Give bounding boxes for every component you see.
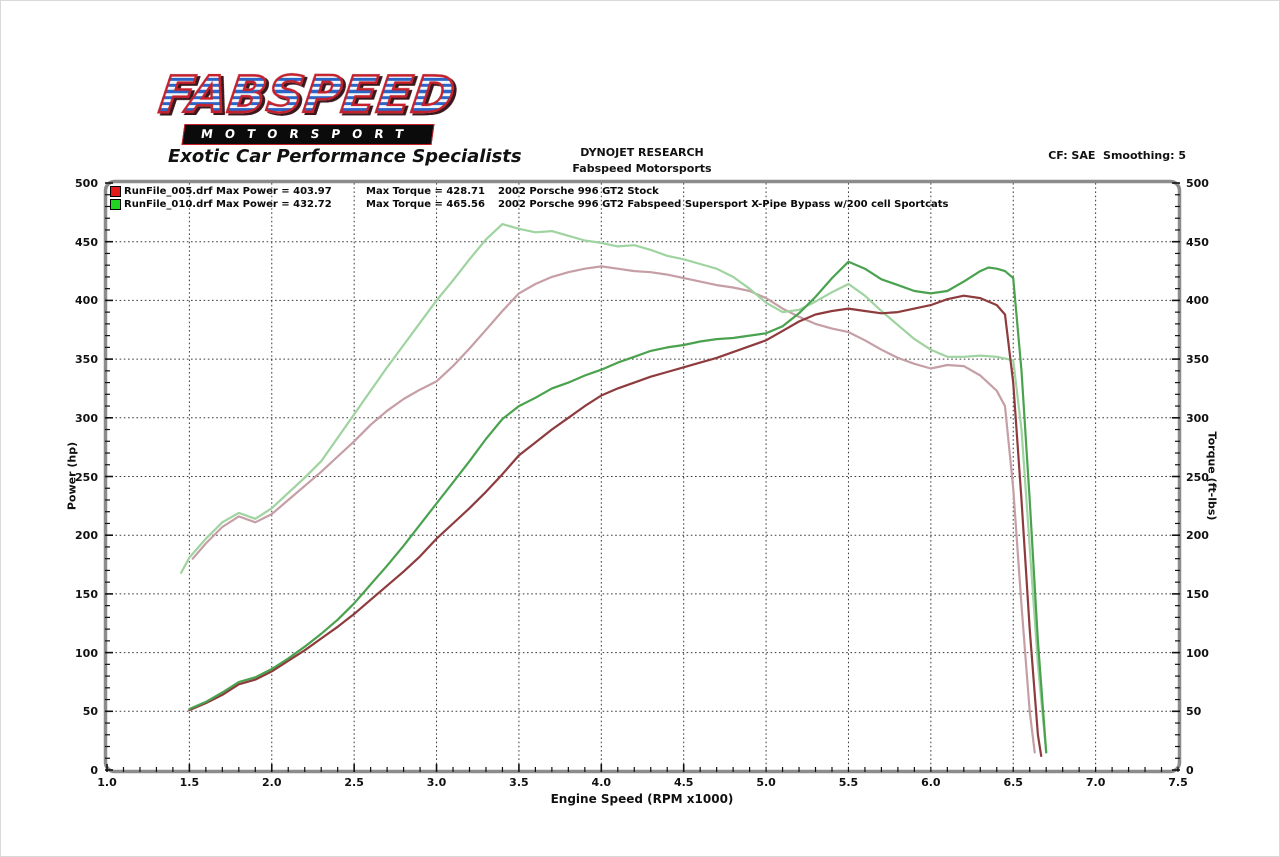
legend-row-stock: RunFile_005.drf Max Power = 403.97 Max T…	[110, 185, 949, 197]
y-tick-label-left: 400	[70, 294, 98, 307]
chart-title-block: DYNOJET RESEARCH Fabspeed Motorsports	[442, 146, 842, 175]
x-tick-label: 1.0	[97, 776, 117, 789]
y-tick-label-right: 350	[1186, 353, 1214, 366]
fabspeed-run-description: 2002 Porsche 996 GT2 Fabspeed Supersport…	[498, 199, 949, 210]
y-tick-label-right: 500	[1186, 177, 1214, 190]
fabspeed-run-swatch-icon	[110, 199, 121, 210]
x-tick-label: 7.5	[1168, 776, 1188, 789]
y-tick-label-right: 200	[1186, 529, 1214, 542]
shop-subtitle: Fabspeed Motorsports	[442, 162, 842, 175]
x-tick-label: 7.0	[1086, 776, 1106, 789]
correction-smoothing-label: CF: SAE Smoothing: 5	[1048, 149, 1186, 162]
y-tick-label-left: 150	[70, 588, 98, 601]
y-tick-label-right: 100	[1186, 647, 1214, 660]
curve-1	[181, 224, 1046, 752]
x-tick-label: 3.5	[509, 776, 529, 789]
dyno-chart-page: FABSPEED MOTORSPORT Exotic Car Performan…	[0, 0, 1280, 857]
x-tick-label: 3.0	[427, 776, 447, 789]
y-tick-label-left: 50	[70, 705, 98, 718]
fabspeed-logo-motorsport-bar: MOTORSPORT	[182, 124, 435, 145]
fabspeed-run-torque: Max Torque = 465.56	[366, 199, 498, 210]
curve-0	[193, 266, 1035, 752]
y-tick-label-left: 250	[70, 471, 98, 484]
y-tick-label-left: 100	[70, 647, 98, 660]
fabspeed-run-file-power: RunFile_010.drf Max Power = 432.72	[124, 199, 366, 210]
x-tick-label: 4.5	[674, 776, 694, 789]
y-tick-label-left: 350	[70, 353, 98, 366]
y-tick-label-right: 450	[1186, 236, 1214, 249]
fabspeed-logo-tagline: Exotic Car Performance Specialists	[168, 146, 488, 167]
y-tick-label-right: 400	[1186, 294, 1214, 307]
stock-run-file-power: RunFile_005.drf Max Power = 403.97	[124, 186, 366, 197]
x-tick-label: 1.5	[179, 776, 199, 789]
dynojet-title: DYNOJET RESEARCH	[442, 146, 842, 159]
x-tick-label: 5.0	[756, 776, 776, 789]
curve-3	[189, 262, 1046, 753]
y-tick-label-right: 300	[1186, 412, 1214, 425]
y-tick-label-left: 200	[70, 529, 98, 542]
x-tick-label: 5.5	[838, 776, 858, 789]
x-tick-label: 2.5	[344, 776, 364, 789]
y-tick-label-left: 300	[70, 412, 98, 425]
stock-run-torque: Max Torque = 428.71	[366, 186, 498, 197]
y-tick-label-left: 500	[70, 177, 98, 190]
y-tick-label-right: 50	[1186, 705, 1214, 718]
y-tick-label-right: 150	[1186, 588, 1214, 601]
fabspeed-logo: FABSPEED MOTORSPORT Exotic Car Performan…	[158, 62, 488, 168]
y-tick-label-right: 250	[1186, 471, 1214, 484]
run-legend: RunFile_005.drf Max Power = 403.97 Max T…	[110, 185, 949, 211]
rpm-axis-title: Engine Speed (RPM x1000)	[551, 792, 734, 806]
x-tick-label: 6.0	[921, 776, 941, 789]
x-tick-label: 4.0	[591, 776, 611, 789]
y-tick-label-left: 450	[70, 236, 98, 249]
y-tick-label-left: 0	[70, 764, 98, 777]
y-tick-label-right: 0	[1186, 764, 1214, 777]
legend-row-fabspeed: RunFile_010.drf Max Power = 432.72 Max T…	[110, 198, 949, 210]
stock-run-description: 2002 Porsche 996 GT2 Stock	[498, 186, 659, 197]
fabspeed-logo-wordmark: FABSPEED	[156, 66, 459, 124]
stock-run-swatch-icon	[110, 186, 121, 197]
x-tick-label: 6.5	[1003, 776, 1023, 789]
x-tick-label: 2.0	[262, 776, 282, 789]
